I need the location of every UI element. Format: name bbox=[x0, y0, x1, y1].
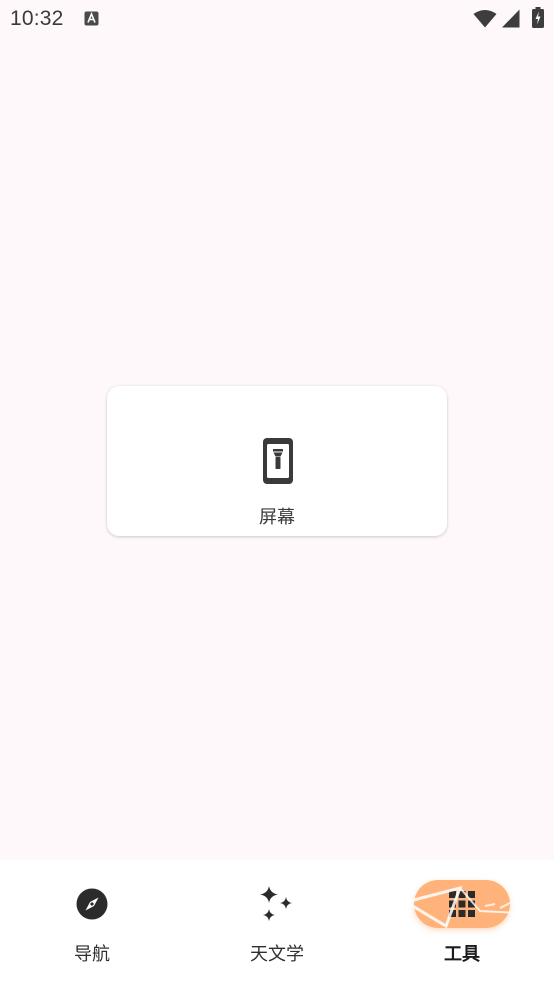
wifi-icon bbox=[473, 10, 497, 28]
status-time: 10:32 bbox=[10, 7, 64, 30]
nav-label-navigation: 导航 bbox=[74, 944, 110, 965]
cell-signal-icon bbox=[502, 9, 520, 28]
tool-card-label: 屏幕 bbox=[259, 507, 295, 528]
text-a-icon bbox=[84, 11, 99, 26]
grid-icon bbox=[449, 891, 475, 917]
bottom-navigation-bar: 导航 天文学 工具 bbox=[0, 860, 554, 984]
status-bar: 10:32 bbox=[0, 0, 554, 40]
compass-icon bbox=[76, 888, 108, 920]
nav-active-indicator bbox=[414, 880, 510, 928]
screen-flashlight-icon bbox=[263, 438, 293, 484]
nav-item-navigation[interactable]: 导航 bbox=[0, 860, 184, 984]
nav-icon-container bbox=[229, 880, 325, 928]
nav-label-tools: 工具 bbox=[444, 944, 480, 965]
nav-icon-container bbox=[44, 880, 140, 928]
battery-charging-icon bbox=[532, 7, 544, 28]
sparkles-icon bbox=[260, 886, 292, 921]
nav-label-astronomy: 天文学 bbox=[250, 944, 304, 965]
nav-item-astronomy[interactable]: 天文学 bbox=[185, 860, 369, 984]
tool-card-screen[interactable]: 屏幕 bbox=[107, 386, 447, 536]
nav-item-tools[interactable]: 工具 bbox=[370, 860, 554, 984]
